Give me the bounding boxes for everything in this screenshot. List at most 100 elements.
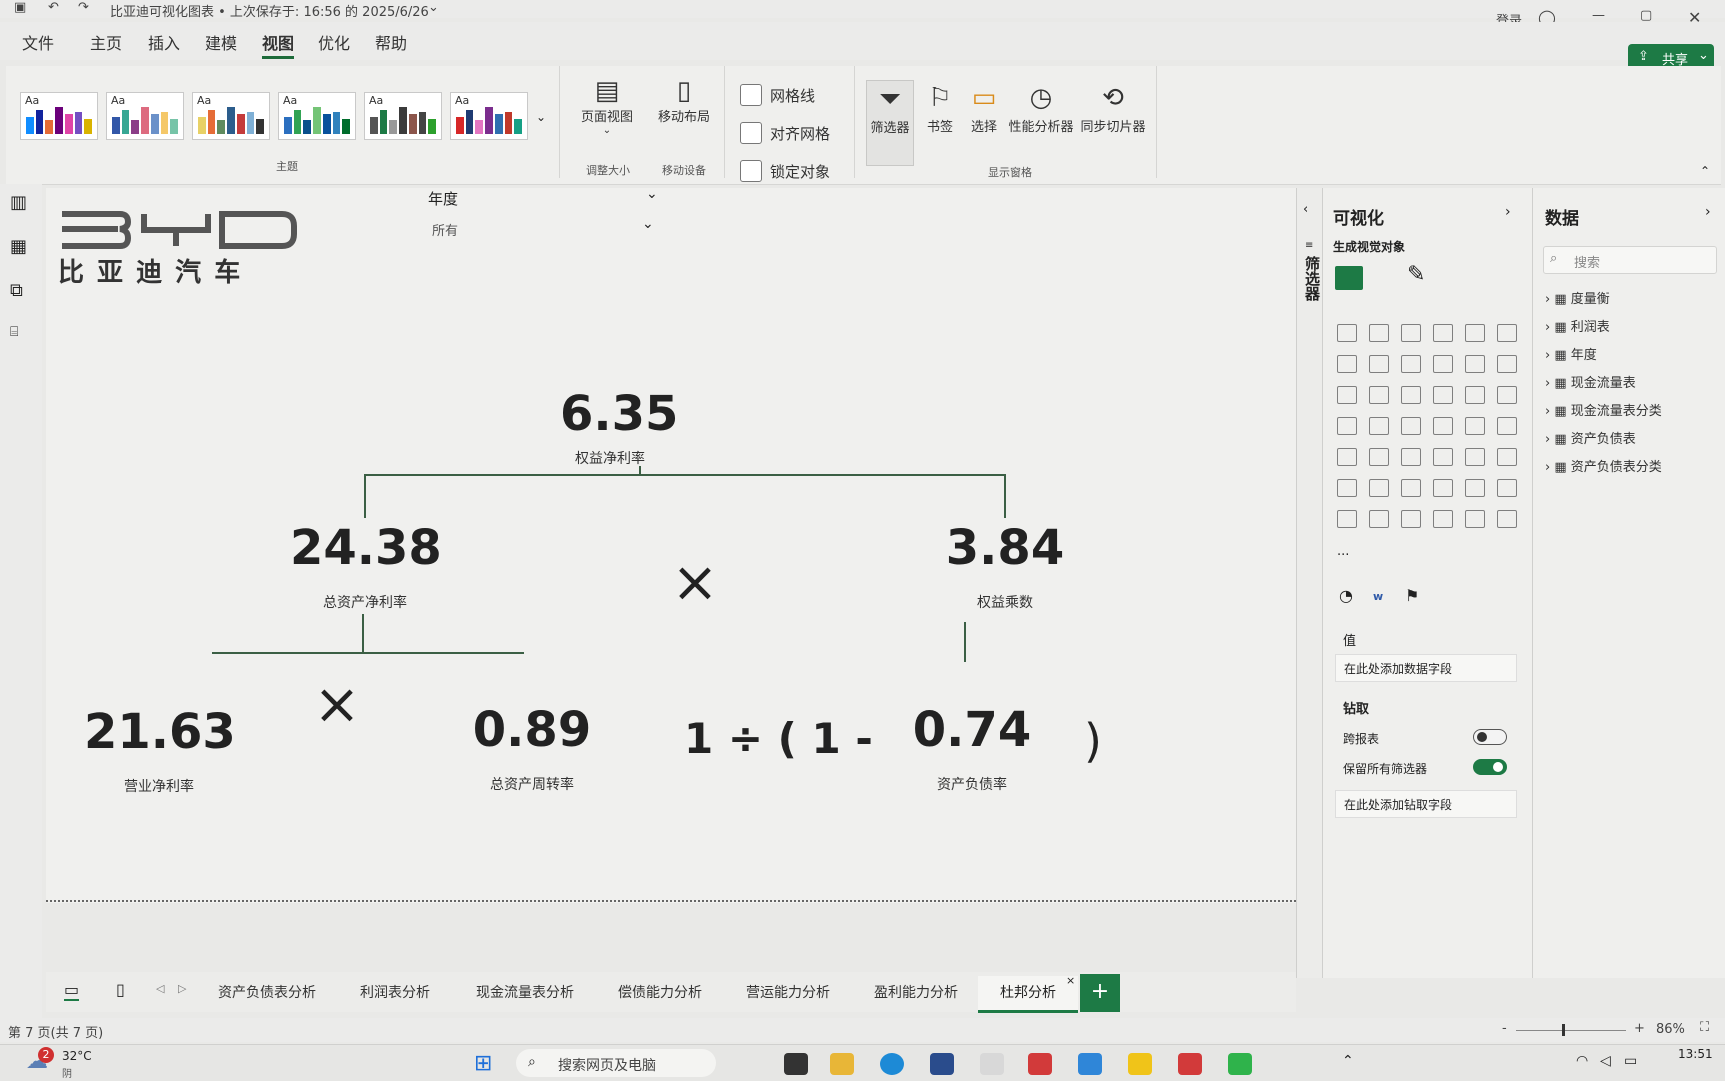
data-search-box[interactable]: ⌕ 搜索 xyxy=(1543,246,1717,274)
model-view-icon[interactable]: ⧉ xyxy=(10,280,23,301)
theme-thumbnail[interactable]: Aa xyxy=(278,92,356,140)
funnel-chart-icon[interactable] xyxy=(1401,386,1421,404)
field-table-item[interactable]: › ▦ 现金流量表 xyxy=(1545,372,1636,391)
stacked-bar-icon[interactable] xyxy=(1337,324,1357,342)
100-column-icon[interactable] xyxy=(1497,324,1517,342)
python-visual-icon[interactable] xyxy=(1337,479,1357,497)
word-visual-icon[interactable]: w xyxy=(1373,590,1383,603)
zoom-out-button[interactable]: - xyxy=(1502,1021,1507,1036)
combo-chart-icon[interactable] xyxy=(1369,386,1389,404)
gridlines-checkbox[interactable] xyxy=(740,84,762,106)
chevron-visual-icon[interactable] xyxy=(1497,510,1517,528)
wechat-icon[interactable] xyxy=(1228,1053,1252,1075)
tab-profitability[interactable]: 盈利能力分析 xyxy=(874,982,958,1002)
values-drop-zone[interactable]: 在此处添加数据字段 xyxy=(1335,654,1517,682)
drill-drop-zone[interactable]: 在此处添加钻取字段 xyxy=(1335,790,1517,818)
close-tab-icon[interactable]: × xyxy=(1066,974,1075,987)
key-influencers-icon[interactable] xyxy=(1369,479,1389,497)
diamond-icon[interactable] xyxy=(1465,510,1485,528)
chevron-down-icon[interactable]: ⌄ xyxy=(428,0,439,15)
app-icon[interactable] xyxy=(980,1053,1004,1075)
file-explorer-icon[interactable] xyxy=(830,1053,854,1075)
menu-optimize[interactable]: 优化 xyxy=(318,30,350,54)
multi-row-card-icon[interactable] xyxy=(1337,448,1357,466)
battery-icon[interactable]: ▭ xyxy=(1624,1053,1637,1069)
collapse-ribbon-icon[interactable]: ⌃ xyxy=(1700,164,1710,178)
wifi-icon[interactable]: ◠ xyxy=(1576,1053,1588,1069)
stacked-area-icon[interactable] xyxy=(1401,355,1421,373)
field-table-item[interactable]: › ▦ 资产负债表分类 xyxy=(1545,456,1662,475)
keep-filters-toggle[interactable] xyxy=(1473,759,1507,775)
desktop-layout-icon[interactable]: ▭ xyxy=(64,980,80,1001)
tab-dupont-active[interactable]: 杜邦分析 × xyxy=(978,974,1078,1013)
map-icon[interactable] xyxy=(1369,417,1389,435)
area-chart-icon[interactable] xyxy=(1369,355,1389,373)
clustered-bar-icon[interactable] xyxy=(1401,324,1421,342)
100-bar-icon[interactable] xyxy=(1465,324,1485,342)
qa-icon[interactable] xyxy=(1433,479,1453,497)
treemap-icon[interactable] xyxy=(1337,417,1357,435)
menu-insert[interactable]: 插入 xyxy=(148,30,180,54)
filter-pane-button[interactable]: ⏷ 筛选器 xyxy=(866,80,914,166)
tab-balance-sheet[interactable]: 资产负债表分析 xyxy=(218,982,316,1002)
theme-thumbnail[interactable]: Aa xyxy=(192,92,270,140)
store-icon[interactable] xyxy=(930,1053,954,1075)
custom-visual-icon[interactable]: ⚑ xyxy=(1405,586,1419,605)
trophy-icon[interactable] xyxy=(1497,479,1517,497)
filter-pane-collapsed[interactable]: ‹ ≡ 筛选器 xyxy=(1296,188,1323,978)
chevron-right-icon[interactable]: › xyxy=(1505,204,1511,220)
cross-report-toggle[interactable] xyxy=(1473,729,1507,745)
mobile-layout-icon[interactable]: ▯ xyxy=(116,980,125,999)
chevron-down-icon[interactable]: ⌄ xyxy=(646,186,658,202)
theme-thumbnail[interactable]: Aa xyxy=(106,92,184,140)
mobile-layout-button[interactable]: ▯ 移动布局 xyxy=(652,76,716,125)
funnel-icon[interactable] xyxy=(1497,355,1517,373)
scatter-icon[interactable] xyxy=(1433,386,1453,404)
zoom-slider[interactable] xyxy=(1516,1030,1626,1031)
build-visual-tab-icon[interactable] xyxy=(1335,266,1363,290)
decomposition-tree-icon[interactable] xyxy=(1401,479,1421,497)
lock-objects-checkbox[interactable] xyxy=(740,160,762,182)
waterfall-icon[interactable] xyxy=(1465,355,1485,373)
paginated-report-icon[interactable] xyxy=(1337,510,1357,528)
tab-operating[interactable]: 营运能力分析 xyxy=(746,982,830,1002)
power-bi-icon[interactable] xyxy=(1128,1053,1152,1075)
slicer-dropdown-value[interactable]: 所有 xyxy=(432,220,458,239)
task-view-icon[interactable] xyxy=(784,1053,808,1075)
fit-page-icon[interactable]: ⛶ xyxy=(1700,1020,1709,1035)
select-button[interactable]: ▭ 选择 xyxy=(964,80,1004,135)
arcgis-icon[interactable] xyxy=(1369,510,1389,528)
maximize-icon[interactable]: ▢ xyxy=(1640,8,1652,23)
edge-browser-icon[interactable] xyxy=(880,1053,904,1075)
clock-visual-icon[interactable]: ◔ xyxy=(1339,586,1353,605)
pie-chart-icon[interactable] xyxy=(1465,386,1485,404)
snap-grid-checkbox[interactable] xyxy=(740,122,762,144)
menu-file[interactable]: 文件 xyxy=(22,30,54,54)
clustered-column-icon[interactable] xyxy=(1433,324,1453,342)
windows-start-icon[interactable]: ⊞ xyxy=(474,1051,492,1076)
stacked-column-icon[interactable] xyxy=(1369,324,1389,342)
filled-map-icon[interactable] xyxy=(1401,417,1421,435)
more-visuals-button[interactable]: ... xyxy=(1337,544,1349,559)
tab-solvency[interactable]: 偿债能力分析 xyxy=(618,982,702,1002)
ribbon-chart-icon[interactable] xyxy=(1433,355,1453,373)
next-page-icon[interactable]: ▷ xyxy=(178,982,186,995)
year-slicer[interactable]: 年度 ⌄ 所有 ⌄ xyxy=(428,184,658,244)
donut-icon[interactable] xyxy=(1497,386,1517,404)
redo-icon[interactable]: ↷ xyxy=(78,0,89,15)
r-visual-icon[interactable] xyxy=(1497,448,1517,466)
field-table-item[interactable]: › ▦ 利润表 xyxy=(1545,316,1610,335)
app-icon[interactable] xyxy=(1078,1053,1102,1075)
gauge-icon[interactable] xyxy=(1465,417,1485,435)
tab-cash-flow[interactable]: 现金流量表分析 xyxy=(476,982,574,1002)
field-table-item[interactable]: › ▦ 度量衡 xyxy=(1545,288,1610,307)
narrative-icon[interactable] xyxy=(1465,479,1485,497)
matrix-icon[interactable] xyxy=(1465,448,1485,466)
sync-slicers-button[interactable]: ⟲ 同步切片器 xyxy=(1078,80,1148,135)
kpi-icon[interactable] xyxy=(1369,448,1389,466)
format-visual-icon[interactable]: ✎ xyxy=(1407,262,1425,287)
slicer-icon[interactable] xyxy=(1401,448,1421,466)
minimize-icon[interactable]: — xyxy=(1592,8,1605,23)
azure-map-icon[interactable] xyxy=(1433,417,1453,435)
app-icon[interactable] xyxy=(1028,1053,1052,1075)
